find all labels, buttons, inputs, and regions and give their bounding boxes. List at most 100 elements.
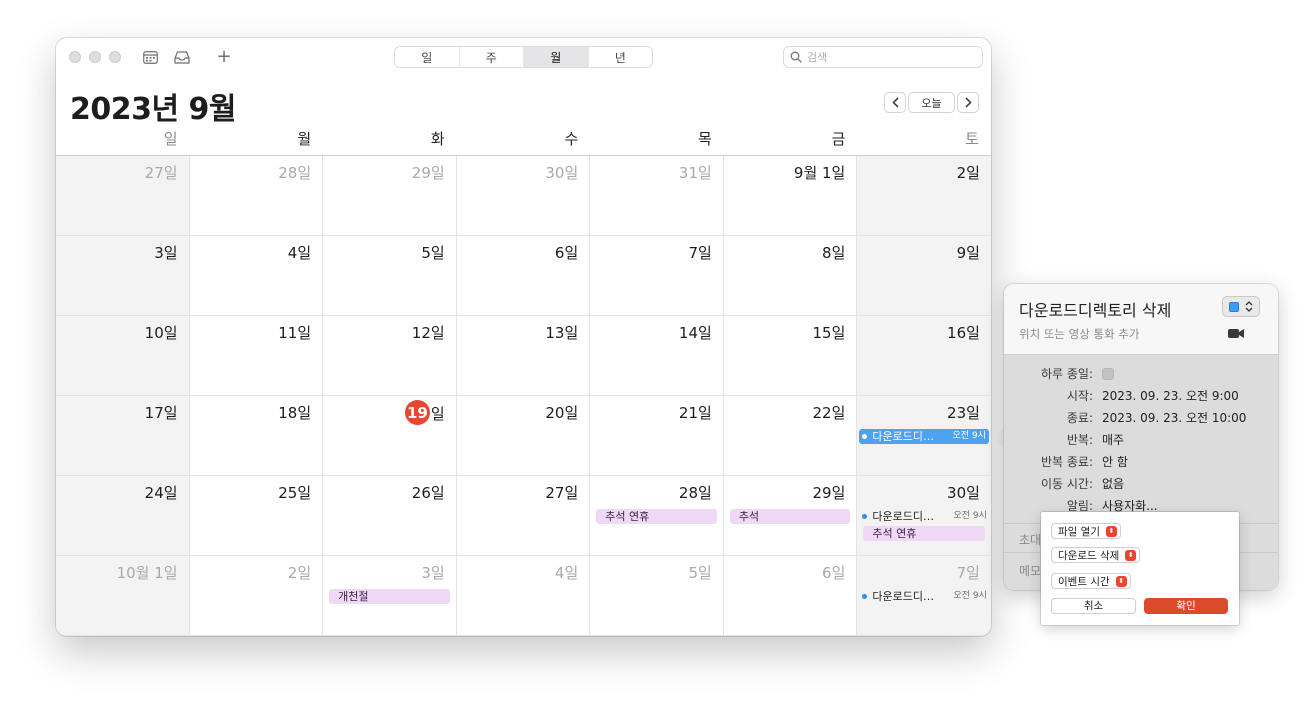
alert-file-popup[interactable]: 다운로드 삭제 ⬍ <box>1051 547 1141 563</box>
day-cell[interactable]: 4일 <box>456 556 591 636</box>
day-cell[interactable]: 22일 <box>723 396 858 476</box>
zoom-window-button[interactable] <box>109 51 121 63</box>
day-cell[interactable]: 28일 <box>189 156 324 236</box>
day-number: 3일 <box>154 244 178 262</box>
day-cell[interactable]: 7일 <box>590 236 724 316</box>
day-cell[interactable]: 3일 개천절 <box>323 556 457 636</box>
day-number: 31일 <box>678 164 712 182</box>
day-cell[interactable]: 19 일 <box>323 396 457 476</box>
day-cell[interactable]: 2일 <box>857 156 991 236</box>
all-day-checkbox[interactable] <box>1102 368 1114 380</box>
day-cell[interactable]: 24일 <box>56 476 190 556</box>
day-number: 29일 <box>411 164 445 182</box>
confirm-button[interactable]: 확인 <box>1144 598 1228 614</box>
calendar-list-icon[interactable] <box>140 47 160 67</box>
all-day-event[interactable]: 추석 연휴 <box>863 526 985 541</box>
day-cell[interactable]: 3일 <box>56 236 190 316</box>
day-cell[interactable]: 2일 <box>189 556 324 636</box>
inbox-icon[interactable] <box>172 47 192 67</box>
view-tab[interactable]: 일 <box>395 47 460 67</box>
day-cell[interactable]: 6일 <box>723 556 858 636</box>
day-cell[interactable]: 30일 다운로드디… 오전 9시 추석 연휴 <box>857 476 991 556</box>
inspector-row-value[interactable]: 안 함 <box>1102 453 1128 470</box>
timed-event[interactable]: 다운로드디… 오전 9시 <box>862 509 987 524</box>
day-cell[interactable]: 10월 1일 <box>56 556 190 636</box>
popover-arrow <box>993 428 1004 448</box>
day-cell[interactable]: 29일 <box>323 156 457 236</box>
day-cell[interactable]: 5일 <box>323 236 457 316</box>
day-cell[interactable]: 23일 다운로드디… 오전 9시 <box>857 396 991 476</box>
event-label-group: 다운로드디… <box>862 589 934 604</box>
inspector-row: 반복 종료: 안 함 <box>1004 453 1278 473</box>
inspector-row-label: 종료: <box>1066 411 1093 425</box>
week-row: 10월 1일 2일 3일 개천절 4일 5일 6일 7일 다운로드디… 오전 9시 <box>56 556 991 636</box>
alert-action-popup[interactable]: 파일 열기 ⬍ <box>1051 523 1121 539</box>
day-number: 10월 1일 <box>116 564 178 582</box>
video-camera-icon[interactable] <box>1228 328 1244 339</box>
timed-event[interactable]: 다운로드디… 오전 9시 <box>859 429 989 444</box>
day-cell[interactable]: 13일 <box>456 316 591 396</box>
day-cell[interactable]: 8일 <box>723 236 858 316</box>
day-cell[interactable]: 15일 <box>723 316 858 396</box>
inspector-row-value[interactable]: 매주 <box>1102 431 1124 448</box>
day-cell[interactable]: 6일 <box>456 236 591 316</box>
search-input[interactable] <box>807 50 967 64</box>
invitees-field[interactable]: 초대 <box>1019 531 1041 548</box>
view-tab[interactable]: 주 <box>460 47 524 67</box>
view-tab[interactable]: 월 <box>524 47 589 67</box>
timed-event[interactable]: 다운로드디… 오전 9시 <box>862 589 987 604</box>
all-day-event[interactable]: 추석 연휴 <box>596 509 717 524</box>
day-cell[interactable]: 26일 <box>323 476 457 556</box>
day-cell[interactable]: 30일 <box>456 156 591 236</box>
calendar-color-popup[interactable] <box>1222 296 1260 317</box>
inspector-row-label: 이동 시간: <box>1040 477 1093 491</box>
next-month-button[interactable] <box>957 92 979 113</box>
day-cell[interactable]: 12일 <box>323 316 457 396</box>
view-tab[interactable]: 년 <box>589 47 653 67</box>
today-indicator: 19 <box>404 400 430 425</box>
inspector-row-value[interactable]: 없음 <box>1102 475 1124 492</box>
all-day-event[interactable]: 개천절 <box>329 589 450 604</box>
day-cell[interactable]: 11일 <box>189 316 324 396</box>
minimize-window-button[interactable] <box>89 51 101 63</box>
event-title: 다운로드디… <box>872 510 934 523</box>
day-number: 9월 1일 <box>793 164 846 182</box>
day-cell[interactable]: 4일 <box>189 236 324 316</box>
day-cell[interactable]: 21일 <box>590 396 724 476</box>
day-cell[interactable]: 9일 <box>857 236 991 316</box>
day-cell[interactable]: 16일 <box>857 316 991 396</box>
cancel-button[interactable]: 취소 <box>1051 598 1136 614</box>
location-field[interactable]: 위치 또는 영상 통화 추가 <box>1019 326 1139 342</box>
notes-field[interactable]: 메모 <box>1019 562 1041 579</box>
day-cell[interactable]: 14일 <box>590 316 724 396</box>
stepper-icon: ⬍ <box>1115 576 1127 587</box>
day-cell[interactable]: 5일 <box>590 556 724 636</box>
day-cell[interactable]: 7일 다운로드디… 오전 9시 <box>857 556 991 636</box>
day-number: 11일 <box>278 324 312 342</box>
day-cell[interactable]: 27일 <box>456 476 591 556</box>
event-title[interactable]: 다운로드디렉토리 삭제 <box>1019 297 1171 321</box>
alert-timing-popup[interactable]: 이벤트 시간 ⬍ <box>1051 573 1131 589</box>
calendar-window: + 일주월년 2023년 9월 오늘 일월화수목금토 27일28일29일30일3… <box>56 38 991 636</box>
day-cell[interactable]: 28일 추석 연휴 <box>590 476 724 556</box>
today-button[interactable]: 오늘 <box>908 92 955 113</box>
day-cell[interactable]: 9월 1일 <box>723 156 858 236</box>
day-cell[interactable]: 27일 <box>56 156 190 236</box>
day-cell[interactable]: 10일 <box>56 316 190 396</box>
prev-month-button[interactable] <box>884 92 906 113</box>
close-window-button[interactable] <box>69 51 81 63</box>
day-cell[interactable]: 31일 <box>590 156 724 236</box>
day-number: 17일 <box>144 404 178 422</box>
day-cell[interactable]: 17일 <box>56 396 190 476</box>
plus-icon[interactable]: + <box>214 47 234 67</box>
inspector-row-value[interactable]: 2023. 09. 23. 오전 10:00 <box>1102 409 1246 426</box>
inspector-row-value[interactable]: 2023. 09. 23. 오전 9:00 <box>1102 387 1239 404</box>
inspector-row-label: 반복: <box>1066 433 1093 447</box>
day-cell[interactable]: 29일 추석 <box>723 476 858 556</box>
search-field[interactable] <box>783 46 983 68</box>
day-cell[interactable]: 25일 <box>189 476 324 556</box>
all-day-event[interactable]: 추석 <box>729 509 851 524</box>
day-cell[interactable]: 20일 <box>456 396 591 476</box>
day-cell[interactable]: 18일 <box>189 396 324 476</box>
week-row: 10일 11일 12일 13일 14일 15일 16일 <box>56 316 991 396</box>
